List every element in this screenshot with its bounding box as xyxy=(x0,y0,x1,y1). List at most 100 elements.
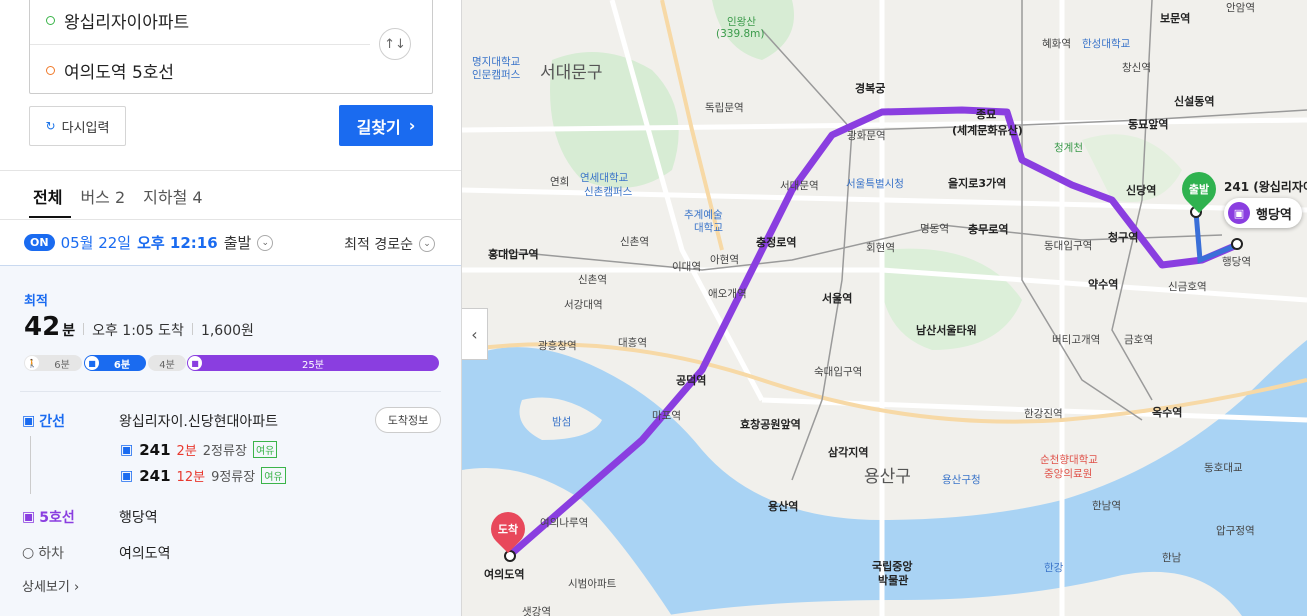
station-chip-label: 행당역 xyxy=(1256,207,1292,223)
search-label: 길찾기 xyxy=(356,117,401,137)
map-label: 신촌캠퍼스 xyxy=(584,186,633,198)
map-label: (339.8m) xyxy=(716,28,765,40)
divider xyxy=(0,219,461,220)
map-label: 한강진역 xyxy=(1024,408,1063,420)
bus-eta: 12분 xyxy=(176,470,206,485)
reset-button[interactable]: ↻ 다시입력 xyxy=(29,106,126,146)
sort-selector[interactable]: 최적 경로순 ⌄ xyxy=(344,234,435,254)
map-label: (세계문화유산) xyxy=(952,124,1023,137)
destination-field[interactable]: 여의도역 5호선 xyxy=(30,46,432,94)
map-label: 안암역 xyxy=(1226,2,1255,14)
on-badge[interactable]: ON xyxy=(24,234,55,251)
subway-icon: ▣ xyxy=(22,509,36,525)
map-label: 광흥창역 xyxy=(538,340,577,352)
active-tab-indicator xyxy=(29,216,71,218)
map-label: 옥수역 xyxy=(1152,406,1183,419)
map-label: 신금호역 xyxy=(1168,281,1207,293)
chevron-right-icon: › xyxy=(408,116,416,135)
search-button[interactable]: 길찾기 › xyxy=(339,105,433,146)
alight-station[interactable]: 여의도역 xyxy=(119,543,171,563)
route-timeline-bar: 🚶 6분 ■ 6분 4분 ■ 25분 xyxy=(24,355,439,371)
collapse-panel-button[interactable]: ‹ xyxy=(462,308,488,360)
map-label: 종묘 xyxy=(976,108,997,121)
tab-subway[interactable]: 지하철 4 xyxy=(143,184,202,208)
origin-dot-icon xyxy=(46,16,55,25)
destination-text: 여의도역 5호선 xyxy=(64,62,175,83)
chevron-right-icon: › xyxy=(73,580,80,595)
map-label: 서대문역 xyxy=(780,180,819,192)
best-route-label: 최적 xyxy=(24,294,48,309)
map-label: 인왕산 xyxy=(727,16,756,28)
map-label: 이대역 xyxy=(672,261,701,273)
chevron-down-icon[interactable]: ⌄ xyxy=(257,234,274,251)
bus-time: 6분 xyxy=(113,359,131,371)
arrival-time: 오후 1:05 도착 xyxy=(92,323,184,339)
subway-time: 25분 xyxy=(302,359,324,371)
map-label: 광화문역 xyxy=(847,130,886,142)
departure-time: 오후 12:16 xyxy=(137,234,218,252)
bus-number: 241 xyxy=(139,466,171,485)
crowd-badge: 여유 xyxy=(261,467,286,484)
tab-all[interactable]: 전체 xyxy=(33,184,62,208)
alight-step-label: ○ 하차 xyxy=(22,543,64,563)
swap-icon[interactable]: ↑↓ xyxy=(379,28,411,60)
map-label: 독립문역 xyxy=(705,102,744,114)
map-label: 대흥역 xyxy=(618,337,647,349)
circle-icon: ○ xyxy=(22,545,35,561)
map-label: 숙대입구역 xyxy=(814,366,863,378)
map-label: 인문캠퍼스 xyxy=(472,69,521,81)
map-label: 혜화역 xyxy=(1042,38,1071,50)
detail-link-label: 상세보기 xyxy=(22,580,70,595)
origin-field[interactable]: 왕십리자이아파트 xyxy=(30,0,370,45)
map-label: 연희 xyxy=(550,176,570,188)
map-label: 여의나루역 xyxy=(540,517,589,529)
subway-icon: ▣ xyxy=(1228,202,1250,224)
map-label: 행당역 xyxy=(1222,256,1251,268)
tab-bus[interactable]: 버스 2 xyxy=(80,184,125,208)
map-label: 용산역 xyxy=(768,500,799,513)
chevron-down-icon[interactable]: ⌄ xyxy=(419,236,435,252)
bus-stops-away: 2정류장 xyxy=(202,444,247,459)
step-connector xyxy=(30,436,31,494)
map-label: 대학교 xyxy=(694,222,723,234)
map-label: 명동역 xyxy=(920,223,949,235)
map-label: 회현역 xyxy=(866,242,895,254)
transfer-point xyxy=(1231,238,1243,250)
bus-stop-name[interactable]: 왕십리자이.신당현대아파트 xyxy=(119,411,278,431)
map-label: 공덕역 xyxy=(676,374,707,387)
detail-link[interactable]: 상세보기 › xyxy=(22,576,79,595)
map-label: 아현역 xyxy=(710,254,739,266)
bus-line-item[interactable]: ▣ 241 12분 9정류장 여유 xyxy=(120,466,286,485)
map-label: 서강대역 xyxy=(564,299,603,311)
map-label: 을지로3가역 xyxy=(948,177,1007,190)
route-summary: 42 분 오후 1:05 도착 1,600원 xyxy=(24,312,254,342)
divider xyxy=(20,391,441,392)
reset-label: 다시입력 xyxy=(61,120,110,136)
arrival-info-button[interactable]: 도착정보 xyxy=(375,407,441,433)
bus-icon: ▣ xyxy=(120,441,134,458)
station-chip[interactable]: ▣ 행당역 xyxy=(1224,198,1302,228)
start-pin-label: 출발 xyxy=(1188,183,1210,196)
map-label: 남산서울타워 xyxy=(916,324,977,337)
origin-text: 왕십리자이아파트 xyxy=(64,13,190,33)
map-label: 홍대입구역 xyxy=(488,248,539,261)
map-label: 박물관 xyxy=(878,574,909,587)
map-label: 순천향대학교 xyxy=(1040,454,1098,466)
bus-eta: 2분 xyxy=(176,444,197,459)
end-pin-label: 도착 xyxy=(497,523,519,536)
map-label: 삼각지역 xyxy=(828,446,869,459)
walk-icon: 🚶 xyxy=(25,356,39,370)
departure-time-selector[interactable]: ON 05월 22일 오후 12:16 출발 ⌄ xyxy=(24,232,274,253)
start-pin[interactable]: 출발 xyxy=(1174,164,1224,214)
subway-board-station[interactable]: 행당역 xyxy=(119,507,158,527)
map-label: 청구역 xyxy=(1108,231,1139,244)
refresh-icon: ↻ xyxy=(45,119,56,133)
map-label: 충정로역 xyxy=(756,236,797,249)
end-pin[interactable]: 도착 xyxy=(483,504,533,554)
map-label: 효창공원앞역 xyxy=(740,418,801,431)
map-view[interactable]: 인왕산 (339.8m) 명지대학교 인문캠퍼스 서대문구 경복궁 독립문역 광… xyxy=(462,0,1307,616)
duration-unit: 분 xyxy=(62,323,76,339)
map-label: 서울특별시청 xyxy=(846,178,904,190)
walk-time: 6분 xyxy=(54,359,70,371)
bus-line-item[interactable]: ▣ 241 2분 2정류장 여유 xyxy=(120,440,278,459)
